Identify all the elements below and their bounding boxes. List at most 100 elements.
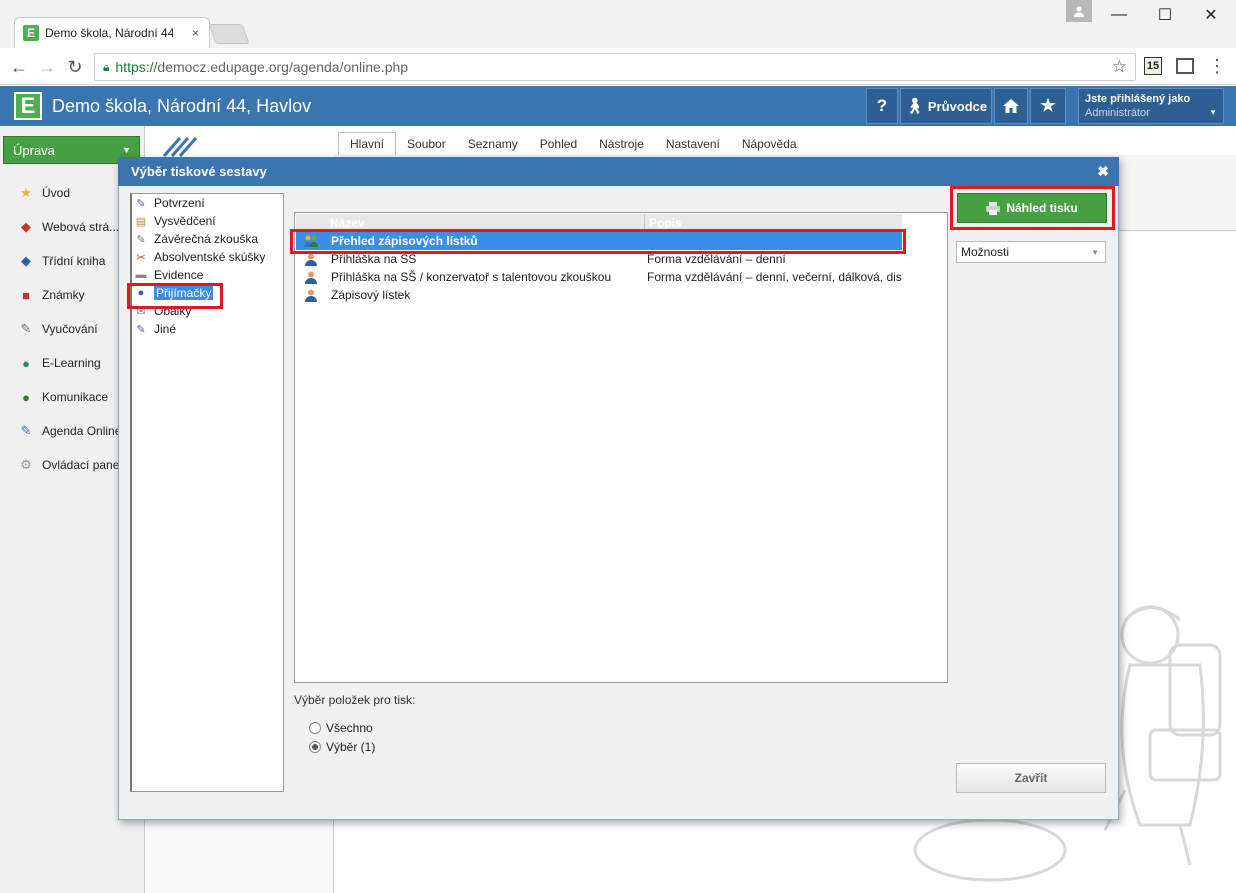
radio-all[interactable]: Všechno — [309, 720, 373, 736]
certificate-icon: ✎ — [136, 197, 146, 210]
browser-menu-icon[interactable]: ⋮ — [1208, 54, 1226, 78]
row-highlight — [290, 229, 906, 254]
guide-label: Průvodce — [927, 98, 988, 114]
url-path: democz.edupage.org/agenda/online.php — [157, 59, 409, 75]
person-icon — [296, 271, 326, 284]
maximize-button[interactable]: ☐ — [1142, 0, 1188, 30]
ribbon-tab[interactable]: Pohled — [529, 133, 588, 156]
report-description: Forma vzdělávání – denní — [647, 252, 786, 266]
category-item[interactable]: ✂ Absolventské skúšky — [134, 248, 265, 266]
elearning-icon: ● — [22, 355, 30, 371]
sidebar-item-label: Třídní kniha — [42, 254, 106, 268]
dialog-title: Výběr tiskové sestavy — [131, 164, 267, 179]
edupage-favicon-icon: E — [23, 25, 39, 41]
chevron-down-icon: ▼ — [1209, 108, 1217, 117]
category-item[interactable]: ✎ Potvrzení — [134, 194, 205, 212]
category-item[interactable]: ▬ Evidence — [134, 266, 204, 284]
bookmark-star-icon[interactable]: ☆ — [1112, 57, 1127, 77]
radio-selection[interactable]: Výběr (1) — [309, 739, 375, 755]
user-menu[interactable]: Jste přihlášený jako Administrátor ▼ — [1078, 88, 1224, 124]
close-button[interactable]: Zavřít — [956, 763, 1106, 793]
graduate-exam-icon: ✂ — [136, 251, 146, 264]
sidebar-item-label: Webová strá... — [42, 220, 120, 234]
sidebar-item-label: Komunikace — [42, 390, 109, 404]
sidebar-item-label: Ovládací panel — [42, 458, 123, 472]
category-item[interactable]: ✎ Závěrečná zkouška — [134, 230, 258, 248]
report-name: Přihláška na SŠ / konzervatoř s talentov… — [331, 270, 612, 284]
category-label: Vysvědčení — [154, 214, 216, 228]
grades-icon: ■ — [22, 287, 30, 303]
report-name: Přihláška na SS — [331, 252, 417, 266]
ribbon-tabs: Hlavní Soubor Seznamy Pohled Nástroje Nastave… — [338, 128, 1236, 156]
agenda-logo — [160, 134, 330, 158]
ribbon-tab[interactable]: Soubor — [396, 133, 457, 156]
back-arrow-icon[interactable]: ← — [8, 56, 30, 78]
category-label: Závěrečná zkouška — [154, 232, 259, 246]
category-label: Evidence — [154, 268, 204, 282]
options-dropdown[interactable]: Možnosti ▼ — [956, 241, 1106, 263]
table-row[interactable]: Přihláška na SŠ / konzervatoř s talentov… — [296, 268, 902, 286]
close-icon[interactable]: ✖ — [1097, 163, 1109, 180]
other-icon: ✎ — [136, 323, 146, 336]
category-item[interactable]: ▤ Vysvědčení — [134, 212, 216, 230]
chevron-down-icon: ▼ — [1091, 247, 1099, 257]
selection-label: Výběr položek pro tisk: — [294, 693, 416, 707]
ribbon-tab[interactable]: Nastavení — [655, 133, 731, 156]
category-item[interactable]: ✎ Jiné — [134, 320, 176, 338]
sidebar-item-label: Známky — [42, 288, 85, 302]
star-icon: ★ — [1040, 96, 1056, 115]
web-icon: ◆ — [21, 219, 31, 234]
forward-arrow-icon[interactable]: → — [36, 56, 58, 78]
reload-icon[interactable]: ↻ — [64, 56, 86, 78]
category-highlight — [127, 283, 223, 309]
report-name: Zápisový lístek — [331, 288, 411, 302]
home-icon — [1003, 99, 1019, 113]
logged-in-label: Jste přihlášený jako — [1085, 93, 1191, 105]
help-button[interactable]: ? — [866, 88, 898, 124]
minimize-button[interactable]: — — [1096, 0, 1142, 30]
home-button[interactable] — [994, 88, 1028, 124]
edupage-logo[interactable]: E — [14, 92, 42, 120]
dialog-title-bar: Výběr tiskové sestavy ✖ — [118, 157, 1119, 186]
person-icon — [296, 253, 326, 266]
address-bar[interactable]: 🔒︎ https://democz.edupage.org/agenda/onl… — [94, 53, 1136, 81]
preview-button-highlight — [950, 186, 1115, 230]
category-label: Potvrzení — [154, 196, 205, 210]
ribbon-tab[interactable]: Nápověda — [731, 133, 808, 156]
star-icon: ★ — [20, 185, 32, 200]
radio-selection-indicator[interactable] — [309, 741, 321, 753]
category-label: Absolventské skúšky — [154, 250, 266, 264]
school-name: Demo škola, Národní 44, Havlov — [52, 96, 312, 116]
ribbon-tab[interactable]: Seznamy — [457, 133, 529, 156]
sidebar-item-label: Agenda Online — [42, 424, 122, 438]
favorites-button[interactable]: ★ — [1030, 88, 1066, 124]
profile-icon[interactable] — [1066, 0, 1092, 22]
guide-button[interactable]: 🚶︎ Průvodce — [900, 88, 992, 124]
ribbon-tab[interactable]: Nástroje — [588, 133, 655, 156]
book-icon: ◆ — [21, 253, 31, 268]
teaching-icon: ✎ — [20, 321, 32, 336]
report-card-icon: ▤ — [135, 215, 147, 228]
user-name: Administrátor — [1085, 107, 1150, 119]
calendar-extension-icon[interactable]: 15 — [1144, 57, 1162, 75]
person-icon — [296, 289, 326, 302]
sidebar-item-label: Vyučování — [42, 322, 98, 336]
walking-person-icon: 🚶︎ — [904, 98, 924, 115]
evidence-icon: ▬ — [135, 269, 147, 281]
agenda-icon: ✎ — [20, 423, 32, 438]
radio-all-indicator[interactable] — [309, 722, 321, 734]
table-row[interactable]: Zápisový lístek — [296, 286, 902, 304]
options-label: Možnosti — [961, 245, 1010, 259]
tab-title: Demo škola, Národní 44, Havlov — [45, 26, 173, 40]
sidebar-item-label: Úvod — [42, 186, 71, 200]
cast-icon[interactable] — [1176, 58, 1194, 74]
lock-icon: 🔒︎ — [103, 59, 110, 74]
edit-label: Úprava — [13, 142, 55, 158]
browser-tab[interactable]: E Demo škola, Národní 44, Havlov × — [14, 17, 210, 48]
report-description: Forma vzdělávání – denní, večerní, dálko… — [647, 270, 902, 284]
close-window-button[interactable]: ✕ — [1188, 0, 1234, 30]
tab-close-icon[interactable]: × — [192, 26, 199, 40]
sidebar-item-label: E-Learning — [42, 356, 101, 370]
ribbon-tab[interactable]: Hlavní — [338, 132, 397, 156]
new-tab-button[interactable] — [208, 24, 250, 44]
